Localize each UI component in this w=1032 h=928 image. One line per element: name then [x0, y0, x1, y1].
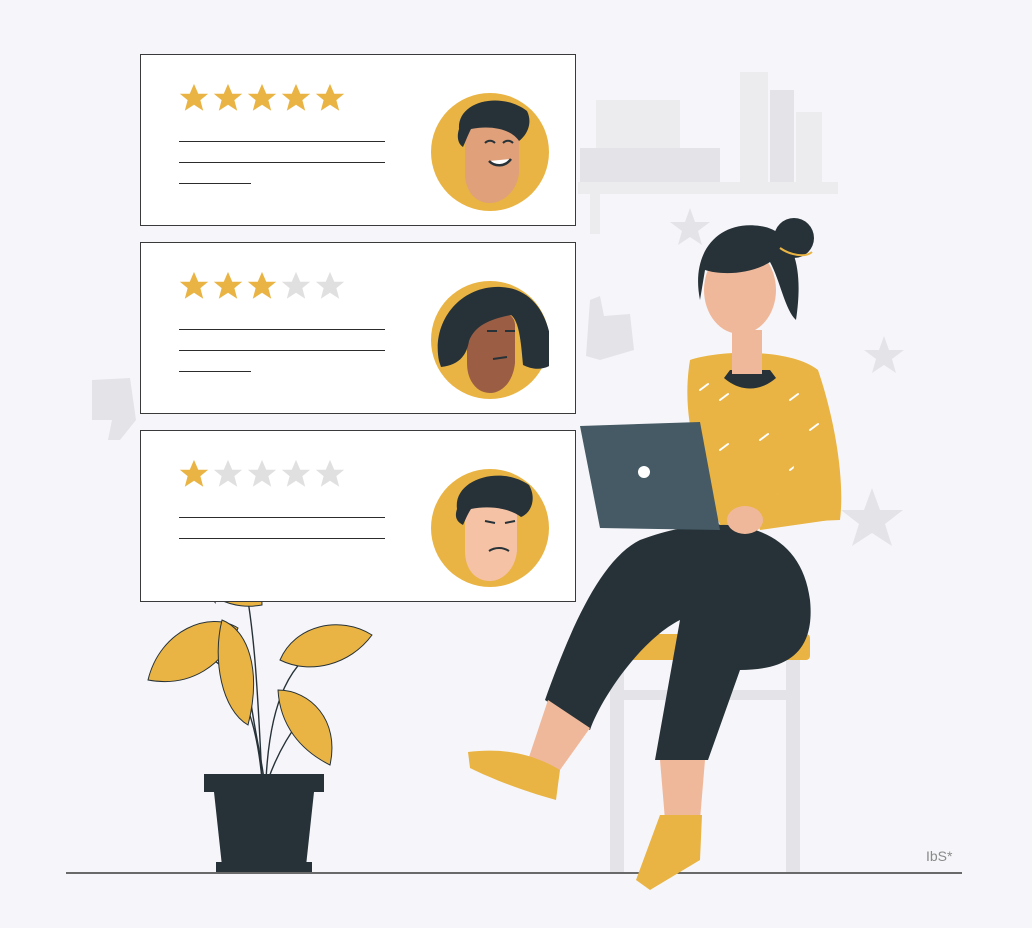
star-filled-icon — [315, 83, 345, 111]
review-text-placeholder — [179, 141, 385, 204]
wall-shelf — [578, 72, 838, 234]
star-filled-icon — [247, 271, 277, 299]
star-filled-icon — [247, 83, 277, 111]
review-illustration: IbS* — [0, 0, 1032, 928]
star-empty-icon — [281, 459, 311, 487]
star-empty-icon — [315, 459, 345, 487]
star-rating — [177, 269, 347, 303]
watermark: IbS* — [926, 848, 953, 864]
review-card-1-star — [140, 430, 576, 602]
star-filled-icon — [213, 271, 243, 299]
unhappy-man-avatar — [431, 469, 549, 587]
star-filled-icon — [179, 271, 209, 299]
review-card-5-stars — [140, 54, 576, 226]
smiling-man-avatar — [431, 93, 549, 211]
star-rating — [177, 457, 347, 491]
review-card-3-stars — [140, 242, 576, 414]
review-text-placeholder — [179, 329, 385, 392]
star-filled-icon — [179, 459, 209, 487]
star-filled-icon — [281, 83, 311, 111]
star-empty-icon — [247, 459, 277, 487]
star-filled-icon — [179, 83, 209, 111]
star-empty-icon — [213, 459, 243, 487]
star-rating — [177, 81, 347, 115]
neutral-woman-avatar — [431, 281, 549, 399]
star-empty-icon — [315, 271, 345, 299]
potted-plant — [147, 553, 373, 872]
star-empty-icon — [281, 271, 311, 299]
star-filled-icon — [213, 83, 243, 111]
review-text-placeholder — [179, 517, 385, 559]
